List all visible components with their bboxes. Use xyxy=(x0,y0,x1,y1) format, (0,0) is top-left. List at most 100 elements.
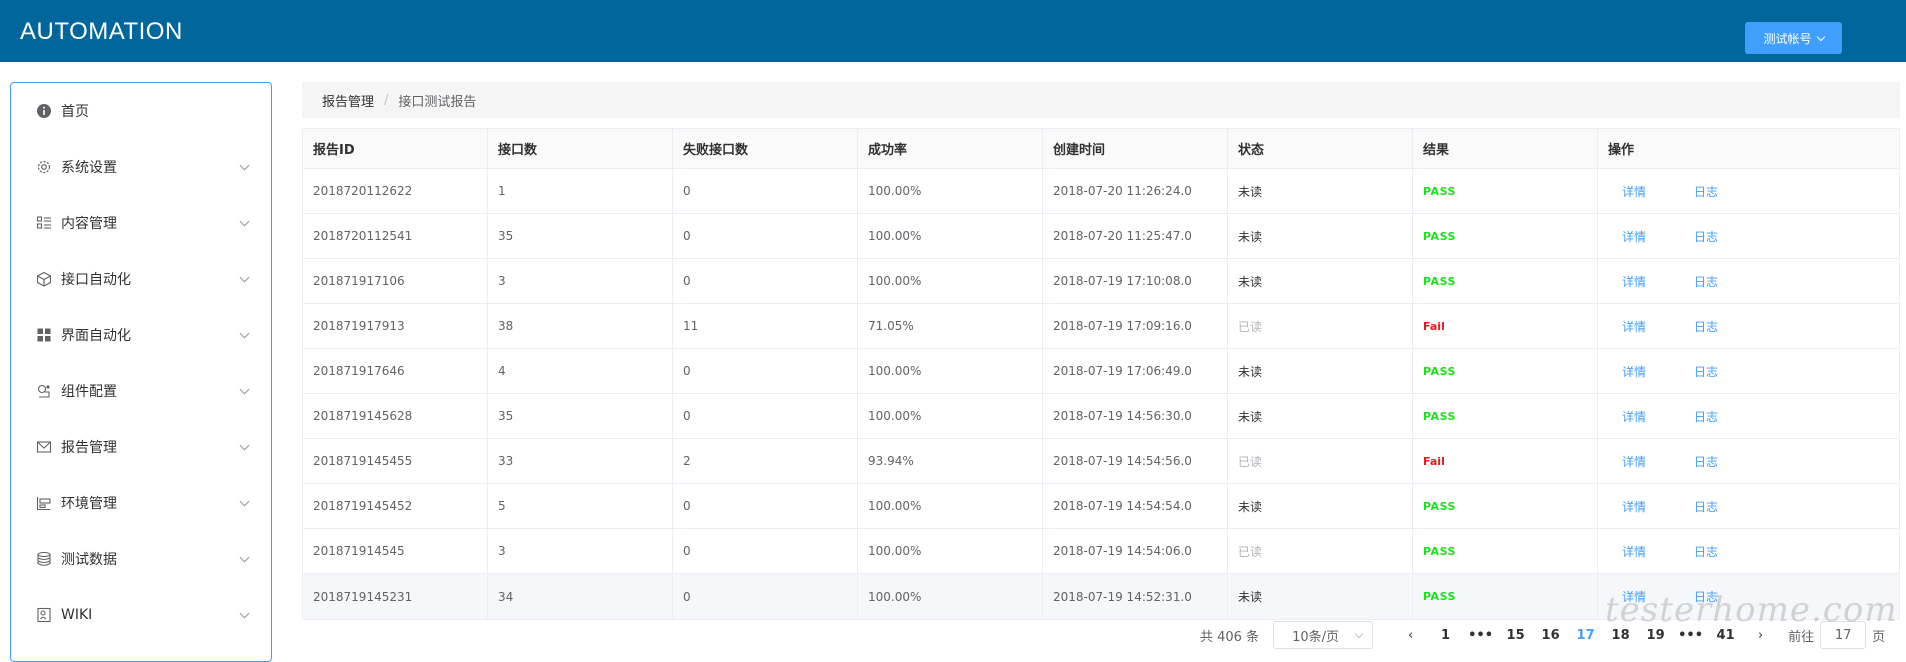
log-link[interactable]: 日志 xyxy=(1694,228,1718,245)
detail-link[interactable]: 详情 xyxy=(1622,453,1646,470)
detail-link[interactable]: 详情 xyxy=(1622,183,1646,200)
api-count-cell: 35 xyxy=(488,394,673,438)
sidebar-item-reports[interactable]: 报告管理 xyxy=(11,419,271,475)
account-dropdown-button[interactable]: 测试帐号 xyxy=(1745,22,1842,54)
chevron-down-icon xyxy=(1354,629,1364,639)
actions-cell: 详情 日志 xyxy=(1598,484,1899,528)
prev-page-button[interactable]: ‹ xyxy=(1393,628,1428,643)
result-text: Fail xyxy=(1423,319,1445,333)
created-time-text: 2018-07-19 17:10:08.0 xyxy=(1053,274,1192,288)
failed-count-cell: 0 xyxy=(673,259,858,303)
success-rate-cell: 100.00% xyxy=(858,259,1043,303)
success-rate-text: 100.00% xyxy=(868,274,922,288)
actions-cell: 详情 日志 xyxy=(1598,259,1899,303)
chevron-down-icon xyxy=(239,328,250,339)
failed-count-cell: 0 xyxy=(673,169,858,213)
log-link[interactable]: 日志 xyxy=(1694,273,1718,290)
chevron-down-icon xyxy=(1816,32,1825,41)
api-count-cell: 1 xyxy=(488,169,673,213)
api-count-text: 3 xyxy=(498,544,506,558)
success-rate-cell: 100.00% xyxy=(858,169,1043,213)
success-rate-text: 100.00% xyxy=(868,544,922,558)
log-link[interactable]: 日志 xyxy=(1694,453,1718,470)
report-id-text: 201871914545 xyxy=(313,544,405,558)
log-link[interactable]: 日志 xyxy=(1694,318,1718,335)
breadcrumb-separator: / xyxy=(384,92,389,108)
sidebar-item-test-data[interactable]: 测试数据 xyxy=(11,531,271,587)
page-ellipsis-button[interactable]: ••• xyxy=(1463,628,1498,643)
detail-link[interactable]: 详情 xyxy=(1622,363,1646,380)
created-time-cell: 2018-07-19 14:56:30.0 xyxy=(1043,394,1228,438)
detail-link[interactable]: 详情 xyxy=(1622,228,1646,245)
status-cell: 已读 xyxy=(1228,304,1413,348)
report-id-cell: 201871917106 xyxy=(303,259,488,303)
sidebar-item-label: 首页 xyxy=(61,104,89,120)
table-header-row: 报告ID 接口数 失败接口数 成功率 创建时间 状态 结果 操作 xyxy=(303,129,1899,169)
detail-link[interactable]: 详情 xyxy=(1622,498,1646,515)
table-row: 201871917913 38 11 71.05% 2018-07-19 17:09:1… xyxy=(303,304,1899,349)
sidebar-item-content[interactable]: 内容管理 xyxy=(11,195,271,251)
result-cell: Fail xyxy=(1413,439,1598,483)
success-rate-text: 93.94% xyxy=(868,454,914,468)
page-number-button[interactable]: 15 xyxy=(1498,628,1533,643)
report-id-text: 2018719145231 xyxy=(313,589,413,604)
success-rate-cell: 100.00% xyxy=(858,214,1043,258)
report-id-cell: 2018719145452 xyxy=(303,484,488,528)
sidebar-item-label: 组件配置 xyxy=(61,384,117,400)
result-cell: PASS xyxy=(1413,214,1598,258)
failed-count-text: 0 xyxy=(683,364,691,378)
failed-count-text: 0 xyxy=(683,274,691,288)
success-rate-cell: 93.94% xyxy=(858,439,1043,483)
failed-count-text: 0 xyxy=(683,409,691,423)
sidebar-item-api-automation[interactable]: 接口自动化 xyxy=(11,251,271,307)
status-text: 已读 xyxy=(1238,544,1263,559)
page-number-button[interactable]: 16 xyxy=(1533,628,1568,643)
top-header: AUTOMATION 测试帐号 xyxy=(0,0,1906,62)
log-link[interactable]: 日志 xyxy=(1694,408,1718,425)
success-rate-text: 100.00% xyxy=(868,589,922,604)
actions-cell: 详情 日志 xyxy=(1598,214,1899,258)
sidebar-item-label: 接口自动化 xyxy=(61,272,131,288)
report-id-cell: 201871917646 xyxy=(303,349,488,393)
sidebar-item-label: 测试数据 xyxy=(61,552,117,568)
detail-link[interactable]: 详情 xyxy=(1622,273,1646,290)
failed-count-cell: 0 xyxy=(673,214,858,258)
created-time-cell: 2018-07-19 14:54:54.0 xyxy=(1043,484,1228,528)
sidebar-item-components[interactable]: 组件配置 xyxy=(11,363,271,419)
sidebar-item-system-settings[interactable]: 系统设置 xyxy=(11,139,271,195)
sidebar-item-ui-automation[interactable]: 界面自动化 xyxy=(11,307,271,363)
status-cell: 已读 xyxy=(1228,439,1413,483)
success-rate-cell: 71.05% xyxy=(858,304,1043,348)
log-link[interactable]: 日志 xyxy=(1694,498,1718,515)
log-link[interactable]: 日志 xyxy=(1694,183,1718,200)
page-number-button[interactable]: 1 xyxy=(1428,628,1463,643)
breadcrumb-current: 接口测试报告 xyxy=(398,94,477,110)
breadcrumb-parent[interactable]: 报告管理 xyxy=(322,91,374,110)
sidebar-item-wiki[interactable]: WIKI xyxy=(11,587,271,643)
page-number-button[interactable]: 17 xyxy=(1568,628,1603,643)
created-time-cell: 2018-07-19 17:09:16.0 xyxy=(1043,304,1228,348)
sidebar-item-home[interactable]: 首页 xyxy=(11,83,271,139)
sidebar-item-label: 界面自动化 xyxy=(61,328,131,344)
component-icon xyxy=(35,382,53,400)
success-rate-text: 100.00% xyxy=(868,409,922,423)
api-count-text: 3 xyxy=(498,274,506,288)
log-link[interactable]: 日志 xyxy=(1694,543,1718,560)
failed-count-text: 0 xyxy=(683,229,691,243)
column-header: 创建时间 xyxy=(1043,129,1228,168)
api-count-cell: 38 xyxy=(488,304,673,348)
column-header: 失败接口数 xyxy=(673,129,858,168)
chevron-down-icon xyxy=(239,216,250,227)
detail-link[interactable]: 详情 xyxy=(1622,543,1646,560)
sidebar-item-environment[interactable]: 环境管理 xyxy=(11,475,271,531)
api-count-text: 33 xyxy=(498,454,514,468)
result-cell: PASS xyxy=(1413,394,1598,438)
sidebar-item-label: 报告管理 xyxy=(61,440,117,456)
chevron-down-icon xyxy=(239,608,250,619)
detail-link[interactable]: 详情 xyxy=(1622,318,1646,335)
page-size-select[interactable]: 10条/页 xyxy=(1273,621,1374,649)
success-rate-cell: 100.00% xyxy=(858,394,1043,438)
report-id-text: 201871917106 xyxy=(313,274,405,288)
log-link[interactable]: 日志 xyxy=(1694,363,1718,380)
detail-link[interactable]: 详情 xyxy=(1622,408,1646,425)
